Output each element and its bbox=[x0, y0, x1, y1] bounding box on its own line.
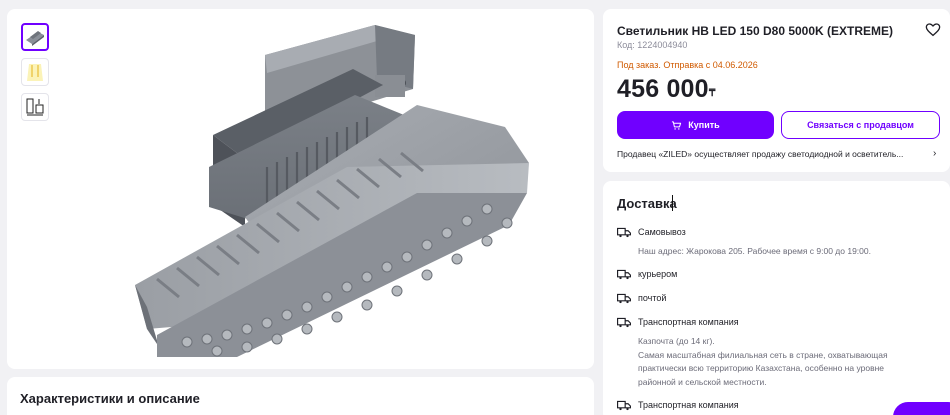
chevron-right-icon[interactable]: › bbox=[933, 148, 936, 159]
delivery-option-transport: Транспортная компания bbox=[638, 317, 739, 327]
delivery-option-transport-note: Казпочта (до 14 кг). Самая масштабная фи… bbox=[638, 336, 888, 387]
contact-seller-label: Связаться с продавцом bbox=[807, 120, 914, 130]
product-price: 456 000 bbox=[617, 75, 709, 103]
cart-icon bbox=[672, 120, 682, 130]
product-main-image bbox=[135, 25, 529, 357]
delivery-card: Доставка Самовывоз Наш адрес: Жарокова 2… bbox=[603, 181, 950, 415]
delivery-title: Доставка bbox=[617, 196, 677, 211]
buy-card: Светильник HB LED 150 D80 5000K (EXTREME… bbox=[603, 9, 950, 172]
delivery-option-post: почтой bbox=[638, 293, 667, 303]
delivery-option-pickup-note: Наш адрес: Жарокова 205. Рабочее время с… bbox=[638, 246, 871, 256]
delivery-option-transport-2: Транспортная компания bbox=[638, 400, 739, 410]
description-card: Характеристики и описание bbox=[7, 377, 594, 415]
heart-icon[interactable] bbox=[925, 22, 941, 38]
truck-icon bbox=[617, 400, 631, 411]
chat-button[interactable] bbox=[893, 402, 950, 415]
text-cursor bbox=[672, 195, 673, 211]
product-title: Светильник HB LED 150 D80 5000K (EXTREME… bbox=[617, 24, 894, 38]
price-currency: ₸ bbox=[709, 88, 716, 99]
thumb-dimension-drawing[interactable] bbox=[21, 93, 49, 121]
thumb-light-beam[interactable] bbox=[21, 58, 49, 86]
buy-button-label: Купить bbox=[688, 120, 720, 130]
truck-icon bbox=[617, 269, 631, 280]
product-code: Код: 1224004940 bbox=[617, 40, 688, 50]
thumb-beam-image bbox=[27, 64, 43, 81]
thumb-drawing-image bbox=[26, 98, 44, 116]
order-status: Под заказ. Отправка с 04.06.2026 bbox=[617, 60, 758, 70]
product-gallery bbox=[7, 9, 594, 369]
buy-button[interactable]: Купить bbox=[617, 111, 774, 139]
truck-icon bbox=[617, 317, 631, 328]
delivery-option-pickup: Самовывоз bbox=[638, 227, 686, 237]
seller-info-link[interactable]: Продавец «ZILED» осуществляет продажу св… bbox=[617, 149, 927, 159]
thumb-product-fixture[interactable] bbox=[21, 23, 49, 51]
truck-icon bbox=[617, 227, 631, 238]
truck-icon bbox=[617, 293, 631, 304]
delivery-option-courier: курьером bbox=[638, 269, 678, 279]
thumb-fixture-image bbox=[26, 31, 44, 46]
contact-seller-button[interactable]: Связаться с продавцом bbox=[781, 111, 940, 139]
description-title: Характеристики и описание bbox=[20, 391, 200, 406]
